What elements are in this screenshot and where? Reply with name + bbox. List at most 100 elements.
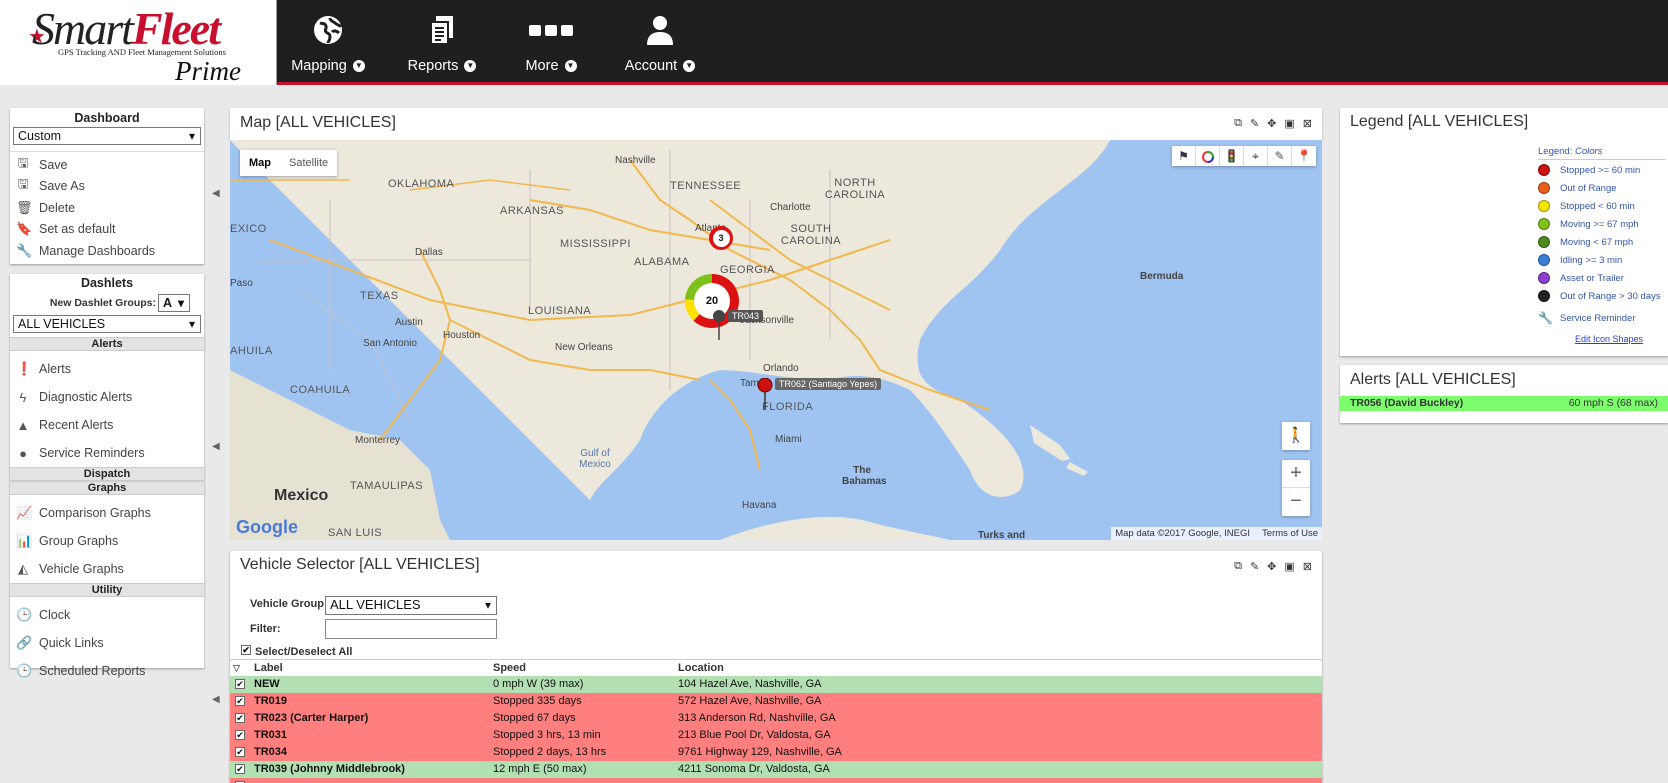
edit-icon[interactable]: ✎ (1250, 560, 1259, 573)
move-icon[interactable]: ✥ (1267, 560, 1276, 573)
close-icon[interactable]: ⊠ (1303, 560, 1312, 573)
table-row[interactable]: ✔ TR039 (Johnny Middlebrook) 12 mph E (50 … (230, 761, 1322, 778)
color-dot-icon (1538, 200, 1550, 212)
locate-icon[interactable]: ⌖ (1244, 146, 1268, 166)
save-button[interactable]: 🖫 Save (10, 154, 204, 176)
map-label: Houston (443, 330, 481, 341)
dashlet-service-reminders[interactable]: ● Service Reminders (10, 439, 204, 467)
move-icon[interactable]: ✥ (1267, 117, 1276, 130)
dashlet-comparison-graphs[interactable]: 📈 Comparison Graphs (10, 499, 204, 527)
pin-icon (757, 378, 773, 410)
table-row[interactable]: ✔ TR019 Stopped 335 days 572 Hazel Ave, Nas… (230, 693, 1322, 710)
flag-icon[interactable]: ⚑ (1172, 146, 1196, 166)
map-label: COAHUILA (290, 384, 351, 396)
map-label: Paso (230, 278, 253, 289)
legend-item: Stopped >= 60 min (1538, 161, 1661, 179)
nav-mapping[interactable]: Mapping ▼ (282, 0, 374, 85)
user-icon (614, 14, 706, 50)
collapse-left-icon[interactable]: ◀ (212, 188, 220, 199)
dashboard-select[interactable]: Custom (13, 127, 201, 145)
table-row[interactable]: ✔ (230, 778, 1322, 783)
row-checkbox[interactable]: ✔ (235, 764, 245, 774)
traffic-light-icon[interactable]: 🚦 (1220, 146, 1244, 166)
filter-input[interactable] (325, 619, 497, 639)
dashlet-quick-links[interactable]: 🔗 Quick Links (10, 629, 204, 657)
attribution-text: Map data ©2017 Google, INEGI (1115, 528, 1251, 539)
zoom-out-button[interactable]: − (1282, 488, 1310, 516)
alerts-group-header[interactable]: Alerts (10, 337, 204, 351)
dashlets-title: Dashlets (80, 276, 134, 290)
legend-item: Out of Range > 30 days (1538, 287, 1661, 305)
google-logo: Google (236, 517, 298, 537)
dashlets-vehicle-select[interactable]: ALL VEHICLES (13, 315, 201, 333)
map-view[interactable]: Nashville OKLAHOMA ARKANSAS TENNESSEE NO… (230, 140, 1322, 540)
row-checkbox[interactable]: ✔ (235, 713, 245, 723)
dashlet-scheduled-reports[interactable]: 🕒 Scheduled Reports (10, 657, 204, 685)
row-checkbox[interactable]: ✔ (235, 730, 245, 740)
dashlet-diagnostic-alerts[interactable]: ϟ Diagnostic Alerts (10, 383, 204, 411)
select-all-control[interactable]: ✔ Select/Deselect All (241, 642, 352, 658)
select-all-checkbox[interactable]: ✔ (241, 645, 251, 655)
dashlet-clock[interactable]: 🕒 Clock (10, 601, 204, 629)
nav-reports[interactable]: Reports ▼ (396, 0, 488, 85)
nav-more[interactable]: More ▼ (510, 0, 592, 85)
collapse-left-icon[interactable]: ◀ (212, 694, 220, 705)
table-row[interactable]: ✔ NEW 0 mph W (39 max) 104 Hazel Ave, Nashv… (230, 676, 1322, 693)
zoom-in-button[interactable]: + (1282, 460, 1310, 488)
vehicle-cluster-small[interactable]: 3 (709, 226, 733, 250)
nav-reports-label: Reports (407, 58, 459, 74)
edit-icon-shapes-link[interactable]: Edit Icon Shapes (1575, 334, 1643, 344)
legend-heading: Legend: Colors (1538, 146, 1666, 160)
column-header-location[interactable]: Location (676, 660, 1322, 676)
color-dot-icon (1538, 182, 1550, 194)
sort-icon[interactable]: ▽ (230, 660, 254, 676)
table-row[interactable]: ✔ TR031 Stopped 3 hrs, 13 min 213 Blue Pool… (230, 727, 1322, 744)
chevron-down-icon: ▼ (564, 60, 577, 73)
smartfleet-logo[interactable]: ★ SmartFleet GPS Tracking AND Fleet Mana… (0, 0, 277, 86)
street-view-icon[interactable]: 🚶 (1282, 422, 1310, 450)
set-default-button[interactable]: 🔖 Set as default (10, 219, 204, 241)
maximize-icon[interactable]: ▣ (1284, 117, 1294, 130)
column-header-label[interactable]: Label (254, 660, 490, 676)
dashlet-alerts[interactable]: ❗ Alerts (10, 355, 204, 383)
ruler-icon[interactable]: ✎ (1268, 146, 1292, 166)
maximize-icon[interactable]: ▣ (1284, 560, 1294, 573)
delete-button[interactable]: 🗑 Delete (10, 197, 204, 219)
dashlet-vehicle-graphs[interactable]: ◭ Vehicle Graphs (10, 555, 204, 583)
marker-label: TR062 (Santiago Yepes) (775, 378, 882, 390)
alert-row[interactable]: TR056 (David Buckley) 60 mph S (68 max) (1340, 396, 1668, 411)
map-type-satellite-button[interactable]: Satellite (280, 150, 337, 176)
copy-icon[interactable]: ⧉ (1234, 560, 1242, 573)
collapse-left-icon[interactable]: ◀ (212, 441, 220, 452)
map-type-map-button[interactable]: Map (240, 150, 280, 176)
close-icon[interactable]: ⊠ (1303, 117, 1312, 130)
dashlet-group-graphs[interactable]: 📊 Group Graphs (10, 527, 204, 555)
row-checkbox[interactable]: ✔ (235, 696, 245, 706)
warning-icon: ▲ (16, 417, 30, 433)
column-header-speed[interactable]: Speed (490, 660, 676, 676)
table-row[interactable]: ✔ TR034 Stopped 2 days, 13 hrs 9761 Highway… (230, 744, 1322, 761)
row-checkbox[interactable]: ✔ (235, 679, 245, 689)
terms-link[interactable]: Terms of Use (1262, 528, 1318, 539)
map-label: Havana (742, 500, 777, 511)
map-label: Mexico (274, 487, 329, 504)
color-dot-icon (1538, 218, 1550, 230)
edit-icon[interactable]: ✎ (1250, 117, 1259, 130)
map-label: EXICO (230, 223, 267, 235)
nav-account[interactable]: Account ▼ (614, 0, 706, 85)
map-label: OKLAHOMA (388, 178, 455, 190)
color-wheel-icon[interactable] (1196, 146, 1220, 166)
copy-icon[interactable]: ⧉ (1234, 117, 1242, 130)
vehicle-group-select[interactable]: ALL VEHICLES (325, 596, 497, 615)
utility-group-header[interactable]: Utility (10, 583, 204, 597)
graphs-group-header[interactable]: Graphs (10, 481, 204, 495)
map-label: Dallas (415, 247, 443, 258)
map-pin-icon[interactable]: 📍 (1292, 146, 1316, 166)
dashlet-groups-select[interactable]: A (158, 294, 190, 312)
dispatch-group-header[interactable]: Dispatch (10, 467, 204, 481)
dashlet-recent-alerts[interactable]: ▲ Recent Alerts (10, 411, 204, 439)
save-as-button[interactable]: 🖫 Save As (10, 176, 204, 198)
row-checkbox[interactable]: ✔ (235, 747, 245, 757)
table-row[interactable]: ✔ TR023 (Carter Harper) Stopped 67 days 313… (230, 710, 1322, 727)
manage-dashboards-button[interactable]: 🔧 Manage Dashboards (10, 240, 204, 262)
